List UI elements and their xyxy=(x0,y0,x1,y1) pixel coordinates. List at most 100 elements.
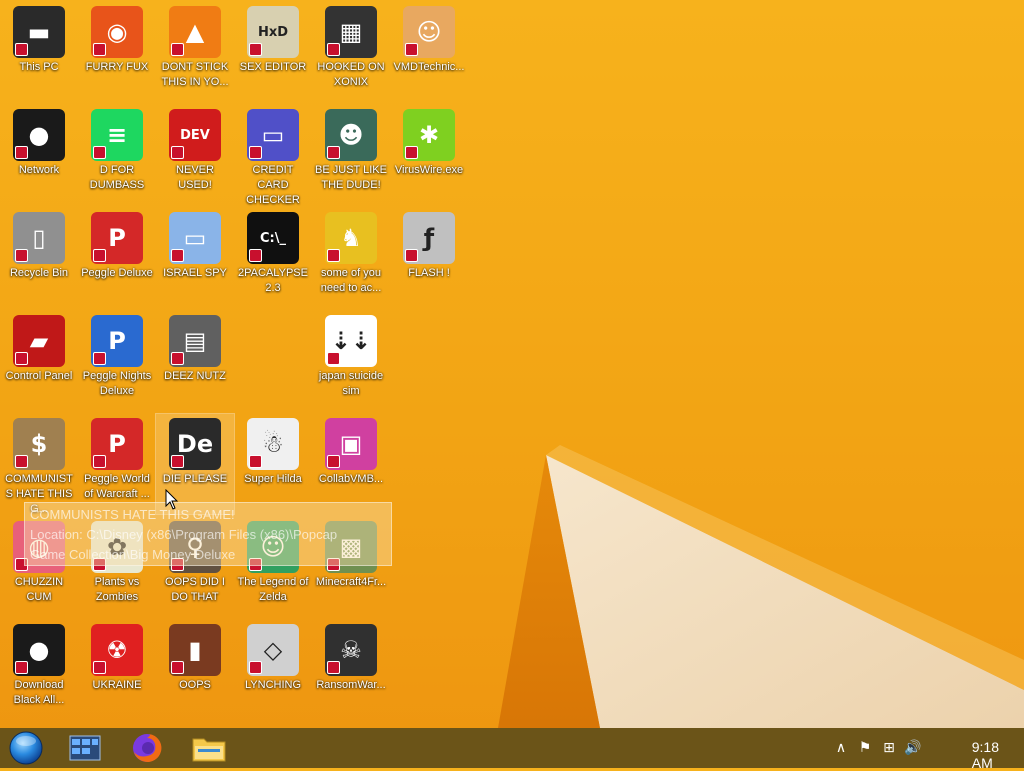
desktop-icon[interactable]: ☢ UKRAINE xyxy=(78,620,156,720)
desktop-icon-label: Recycle Bin xyxy=(9,267,69,279)
desktop-icon-label: Minecraft4Fr... xyxy=(315,576,387,588)
desktop-icon-label: UKRAINE xyxy=(92,679,142,691)
rope-icon: ◇ xyxy=(247,624,299,676)
desktop-icon-label: Control Panel xyxy=(5,370,73,382)
start-button[interactable] xyxy=(7,731,45,765)
desktop-icon-label: CHUZZIN CUM xyxy=(14,576,64,603)
shortcut-arrow-icon xyxy=(171,249,184,262)
firefox-icon: ◉ xyxy=(91,6,143,58)
dog-icon: ♞ xyxy=(325,212,377,264)
desktop-icon[interactable]: ▤ DEEZ NUTZ xyxy=(156,311,234,411)
network-icon[interactable]: ⊞ xyxy=(880,739,898,757)
desktop-icon[interactable]: ⇣⇣ japan suicide sim xyxy=(312,311,390,411)
desktop-icon[interactable]: $ COMMUNISTS HATE THIS G... xyxy=(0,414,78,515)
stack-icon: ▤ xyxy=(169,315,221,367)
desktop-icon-label: D FOR DUMBASS xyxy=(89,164,145,191)
desktop-icon[interactable]: ▰ Control Panel xyxy=(0,311,78,411)
desktop-icon[interactable]: ◇ LYNCHING xyxy=(234,620,312,720)
tray-overflow-chevron-icon[interactable]: ∧ xyxy=(832,739,850,757)
skull-icon: ☠ xyxy=(325,624,377,676)
desktop-icon[interactable]: ☺ VMDTechnic... xyxy=(390,2,468,102)
taskbar-task-view-button[interactable] xyxy=(59,730,111,766)
desktop-icon-label: CollabVMB... xyxy=(318,473,384,485)
folder-icon xyxy=(192,738,226,762)
download-icon: ● xyxy=(13,624,65,676)
volume-icon[interactable]: 🔊 xyxy=(904,739,922,757)
console-icon: C:\_ xyxy=(247,212,299,264)
shortcut-arrow-icon xyxy=(171,146,184,159)
desktop-icon-label: Peggle Deluxe xyxy=(81,267,153,279)
shortcut-arrow-icon xyxy=(171,43,184,56)
shortcut-arrow-icon xyxy=(93,146,106,159)
tooltip-title: COMMUNISTS HATE THIS GAME! xyxy=(30,507,235,522)
peggle-nights-icon: P xyxy=(91,315,143,367)
desktop-icon[interactable]: ▭ ISRAEL SPY xyxy=(156,208,234,308)
book-icon: ▮ xyxy=(169,624,221,676)
desktop-icon-label: VMDTechnic... xyxy=(393,61,465,73)
desktop-icon[interactable]: ✱ VirusWire.exe xyxy=(390,105,468,205)
desktop-icon[interactable]: ▲ DONT STICK THIS IN YO... xyxy=(156,2,234,102)
desktop-icon[interactable]: ◉ FURRY FUX xyxy=(78,2,156,102)
shortcut-arrow-icon xyxy=(249,43,262,56)
desktop-icon[interactable]: ▯ Recycle Bin xyxy=(0,208,78,308)
desktop-icon[interactable]: ▬ This PC xyxy=(0,2,78,102)
desktop-icon[interactable]: ♞ some of you need to ac... xyxy=(312,208,390,308)
monitor-icon: ▬ xyxy=(13,6,65,58)
taskbar-firefox-button[interactable] xyxy=(121,730,173,766)
desktop-icon[interactable]: ● Download Black All... xyxy=(0,620,78,720)
desktop-icon[interactable]: DEV NEVER USED! xyxy=(156,105,234,205)
desktop-icon[interactable]: ▣ CollabVMB... xyxy=(312,414,390,514)
desktop-icon-label: DONT STICK THIS IN YO... xyxy=(161,61,229,88)
message-icon: ≡ xyxy=(91,109,143,161)
desktop-icon-label: Peggle World of Warcraft ... xyxy=(84,473,150,500)
taskbar-file-explorer-button[interactable] xyxy=(183,730,235,766)
desktop-icon[interactable]: P Peggle Nights Deluxe xyxy=(78,311,156,411)
desktop-icon[interactable]: ☻ BE JUST LIKE THE DUDE! xyxy=(312,105,390,205)
credit-card-icon: ▭ xyxy=(247,109,299,161)
desktop-icon[interactable]: ☃ Super Hilda xyxy=(234,414,312,514)
windows-explorer-panel-icon xyxy=(69,735,101,761)
shortcut-arrow-icon xyxy=(15,249,28,262)
desktop-icon[interactable]: ● Network xyxy=(0,105,78,205)
radiation-icon: ☢ xyxy=(91,624,143,676)
desktop-icon-label: DEEZ NUTZ xyxy=(164,370,226,382)
shortcut-arrow-icon xyxy=(15,455,28,468)
traffic-cone-icon: ▲ xyxy=(169,6,221,58)
desktop-icon-label: DIE PLEASE xyxy=(162,473,228,485)
shortcut-arrow-icon xyxy=(15,146,28,159)
desktop-icon-label: Peggle Nights Deluxe xyxy=(82,370,152,397)
shortcut-arrow-icon xyxy=(93,352,106,365)
tooltip-location: Location: C:\Disney (x86\Program Files (… xyxy=(30,527,338,542)
desktop-icon[interactable]: ▮ OOPS xyxy=(156,620,234,720)
sim-icon: ⇣⇣ xyxy=(325,315,377,367)
desktop-icon-label: Download Black All... xyxy=(13,679,65,706)
shortcut-arrow-icon xyxy=(405,146,418,159)
clock[interactable]: 9:18 AM xyxy=(972,739,999,771)
peggle-wow-icon: P xyxy=(91,418,143,470)
desktop-icon[interactable]: ☠ RansomWar... xyxy=(312,620,390,720)
dude-icon: ☻ xyxy=(325,109,377,161)
desktop-icon-label: CREDIT CARD CHECKER xyxy=(246,164,300,206)
start-orb-icon xyxy=(9,731,43,765)
desktop-icon-label: Super Hilda xyxy=(244,473,302,485)
shortcut-arrow-icon xyxy=(15,352,28,365)
desktop-icon[interactable]: ▭ CREDIT CARD CHECKER xyxy=(234,105,312,206)
desktop-icon-label: FURRY FUX xyxy=(85,61,149,73)
shortcut-arrow-icon xyxy=(327,146,340,159)
shortcut-arrow-icon xyxy=(171,455,184,468)
icon-tooltip: COMMUNISTS HATE THIS GAME! Location: C:\… xyxy=(24,502,392,566)
desktop-icon[interactable]: C:\_ 2PACALYPSE 2.3 xyxy=(234,208,312,308)
desktop-icon[interactable]: P Peggle World of Warcraft ... xyxy=(78,414,156,514)
desktop-icon-label: 2PACALYPSE 2.3 xyxy=(238,267,308,294)
desktop-icon[interactable]: ≡ D FOR DUMBASS xyxy=(78,105,156,205)
shortcut-arrow-icon xyxy=(327,455,340,468)
desktop-icon[interactable]: P Peggle Deluxe xyxy=(78,208,156,308)
shortcut-arrow-icon xyxy=(249,455,262,468)
shortcut-arrow-icon xyxy=(15,43,28,56)
action-center-flag-icon[interactable]: ⚑ xyxy=(856,739,874,757)
desktop-icon-label: LYNCHING xyxy=(244,679,302,691)
desktop-icon[interactable]: ▦ HOOKED ON XONIX xyxy=(312,2,390,102)
desktop-icon[interactable]: HxD SEX EDITOR xyxy=(234,2,312,102)
desktop-icon[interactable]: ƒ FLASH ! xyxy=(390,208,468,308)
shortcut-arrow-icon xyxy=(327,43,340,56)
